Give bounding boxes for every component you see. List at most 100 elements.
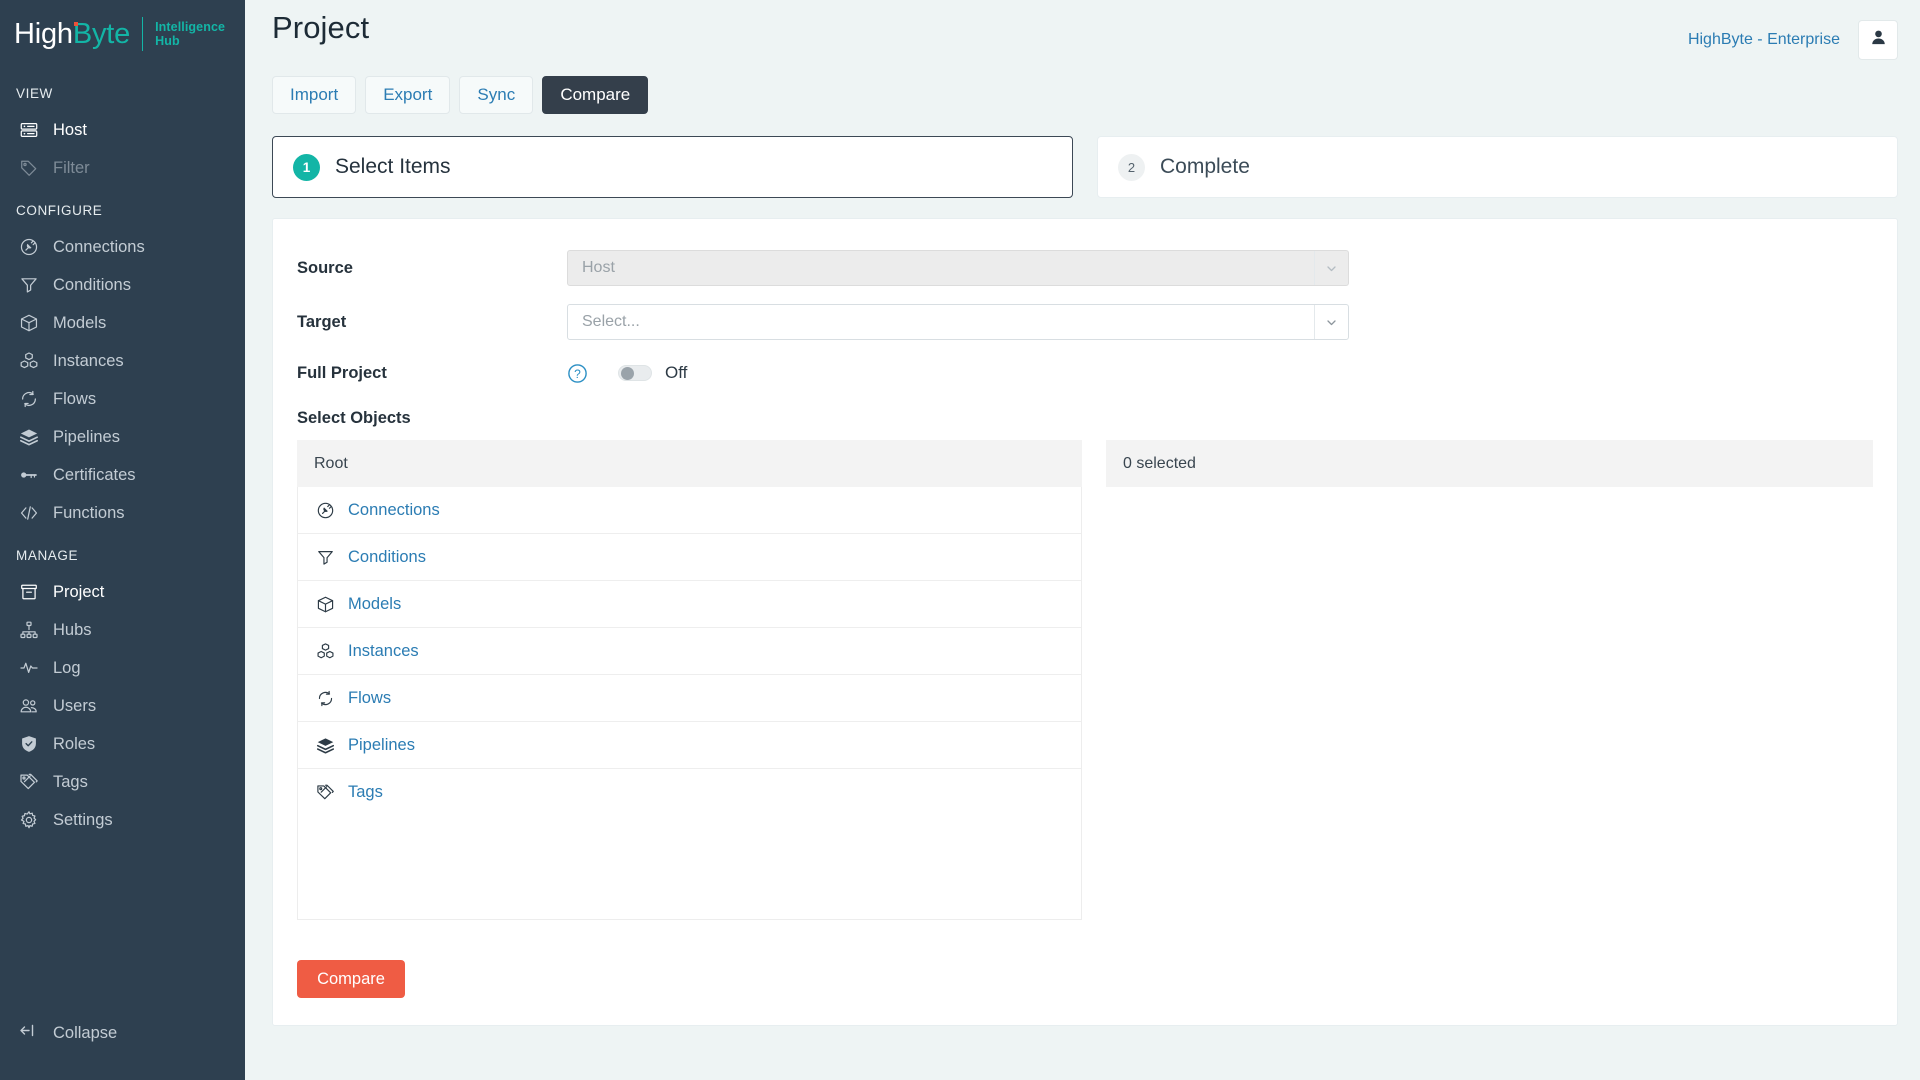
sidebar-item-label: Functions [53,503,125,522]
cubes-icon [315,641,335,661]
object-row-conditions[interactable]: Conditions [298,534,1081,581]
object-picker: Root Connections Conditions Models Instance… [297,440,1873,920]
object-row-models[interactable]: Models [298,581,1081,628]
tab-export[interactable]: Export [365,76,451,114]
tab-bar: Import Export Sync Compare [245,60,1920,114]
chevron-down-icon [1314,305,1348,339]
step-label: Complete [1160,155,1250,178]
wizard-steps: 1 Select Items 2 Complete [245,114,1920,198]
source-select-value: Host [582,259,615,276]
main-content: Project HighByte - Enterprise Import Expo… [245,0,1920,1080]
sidebar: HighByte Intelligence Hub VIEW Host Filter… [0,0,245,1080]
tab-import[interactable]: Import [272,76,357,114]
user-menu-button[interactable] [1858,20,1898,60]
pulse-icon [18,658,39,679]
brand-dot-accent [74,21,78,26]
sidebar-item-certificates[interactable]: Certificates [0,456,245,494]
sidebar-item-instances[interactable]: Instances [0,342,245,380]
tags-icon [315,783,335,803]
sidebar-item-host[interactable]: Host [0,111,245,149]
brand-logo: HighByte Intelligence Hub [0,0,245,68]
tenant-label[interactable]: HighByte - Enterprise [1688,31,1840,49]
object-row-pipelines[interactable]: Pipelines [298,722,1081,769]
app-root: HighByte Intelligence Hub VIEW Host Filter… [0,0,1920,1080]
sidebar-item-label: Log [53,658,81,677]
users-icon [18,696,39,717]
full-project-label: Full Project [297,363,387,382]
object-row-label: Flows [348,688,392,707]
sidebar-item-users[interactable]: Users [0,687,245,725]
cube-icon [315,594,335,614]
sidebar-item-label: Settings [53,810,113,829]
brand-wordmark: HighByte [14,18,130,51]
source-row: Source Host [297,241,1873,295]
sidebar-item-settings[interactable]: Settings [0,801,245,839]
target-label: Target [297,312,347,331]
object-row-label: Models [348,594,402,613]
tags-icon [18,772,39,793]
sidebar-section-label-configure: CONFIGURE [16,203,103,218]
object-list: Connections Conditions Models Instances Flow… [297,487,1082,920]
sidebar-item-log[interactable]: Log [0,649,245,687]
brand-subtitle-line2: Hub [155,34,180,48]
sidebar-item-flows[interactable]: Flows [0,380,245,418]
sidebar-item-pipelines[interactable]: Pipelines [0,418,245,456]
collapse-label: Collapse [53,1023,118,1042]
object-row-flows[interactable]: Flows [298,675,1081,722]
select-objects-label: Select Objects [297,409,411,427]
toggle-knob [621,367,634,380]
sidebar-item-label: Roles [53,734,96,753]
top-bar: Project HighByte - Enterprise [245,0,1920,60]
tab-compare[interactable]: Compare [542,76,649,114]
target-select[interactable]: Select... [567,304,1349,340]
source-label: Source [297,258,353,277]
brand-name-part1: High [14,17,73,50]
target-select-value: Select... [582,313,640,330]
full-project-row: Full Project ? Off [297,349,1873,397]
chevron-down-icon [1314,251,1348,285]
sidebar-item-label: Filter [53,158,90,177]
full-project-toggle[interactable] [618,365,652,381]
sidebar-item-label: Models [53,313,107,332]
object-row-instances[interactable]: Instances [298,628,1081,675]
object-row-label: Connections [348,500,440,519]
cubes-icon [18,351,39,372]
sidebar-item-project[interactable]: Project [0,573,245,611]
brand-divider [142,17,144,51]
sidebar-item-conditions[interactable]: Conditions [0,266,245,304]
sidebar-nav: VIEW Host Filter CONFIGURE Connections Condit… [0,68,245,839]
plug-circle-icon [18,237,39,258]
sidebar-item-connections[interactable]: Connections [0,228,245,266]
question-circle-icon[interactable]: ? [567,363,588,384]
source-select[interactable]: Host [567,250,1349,286]
compare-button[interactable]: Compare [297,960,405,998]
svg-text:?: ? [574,367,581,381]
object-row-connections[interactable]: Connections [298,487,1081,534]
sidebar-item-models[interactable]: Models [0,304,245,342]
object-row-label: Tags [348,783,383,801]
sitemap-icon [18,620,39,641]
tag-icon [18,158,39,179]
left-pane-body: Connections Conditions Models Instances Flow… [297,487,1082,920]
wizard-step-2[interactable]: 2 Complete [1097,136,1898,198]
wizard-step-1[interactable]: 1 Select Items [272,136,1073,198]
gear-icon [18,810,39,831]
brand-name-part2: Byte [72,17,131,50]
user-icon [1869,28,1888,52]
tab-sync[interactable]: Sync [459,76,534,114]
collapse-sidebar-button[interactable]: Collapse [0,1008,245,1058]
sidebar-item-functions[interactable]: Functions [0,494,245,532]
collapse-left-icon [18,1021,37,1045]
sidebar-item-roles[interactable]: Roles [0,725,245,763]
object-row-tags[interactable]: Tags [298,769,1081,816]
left-pane-header: Root [297,440,1082,487]
sidebar-item-label: Host [53,120,87,139]
object-row-label: Conditions [348,547,426,566]
sidebar-item-hubs[interactable]: Hubs [0,611,245,649]
selected-object-list [1106,487,1873,920]
sidebar-item-label: Hubs [53,620,92,639]
layers-icon [315,735,335,755]
sidebar-item-label: Certificates [53,465,136,484]
sidebar-item-tags[interactable]: Tags [0,763,245,801]
